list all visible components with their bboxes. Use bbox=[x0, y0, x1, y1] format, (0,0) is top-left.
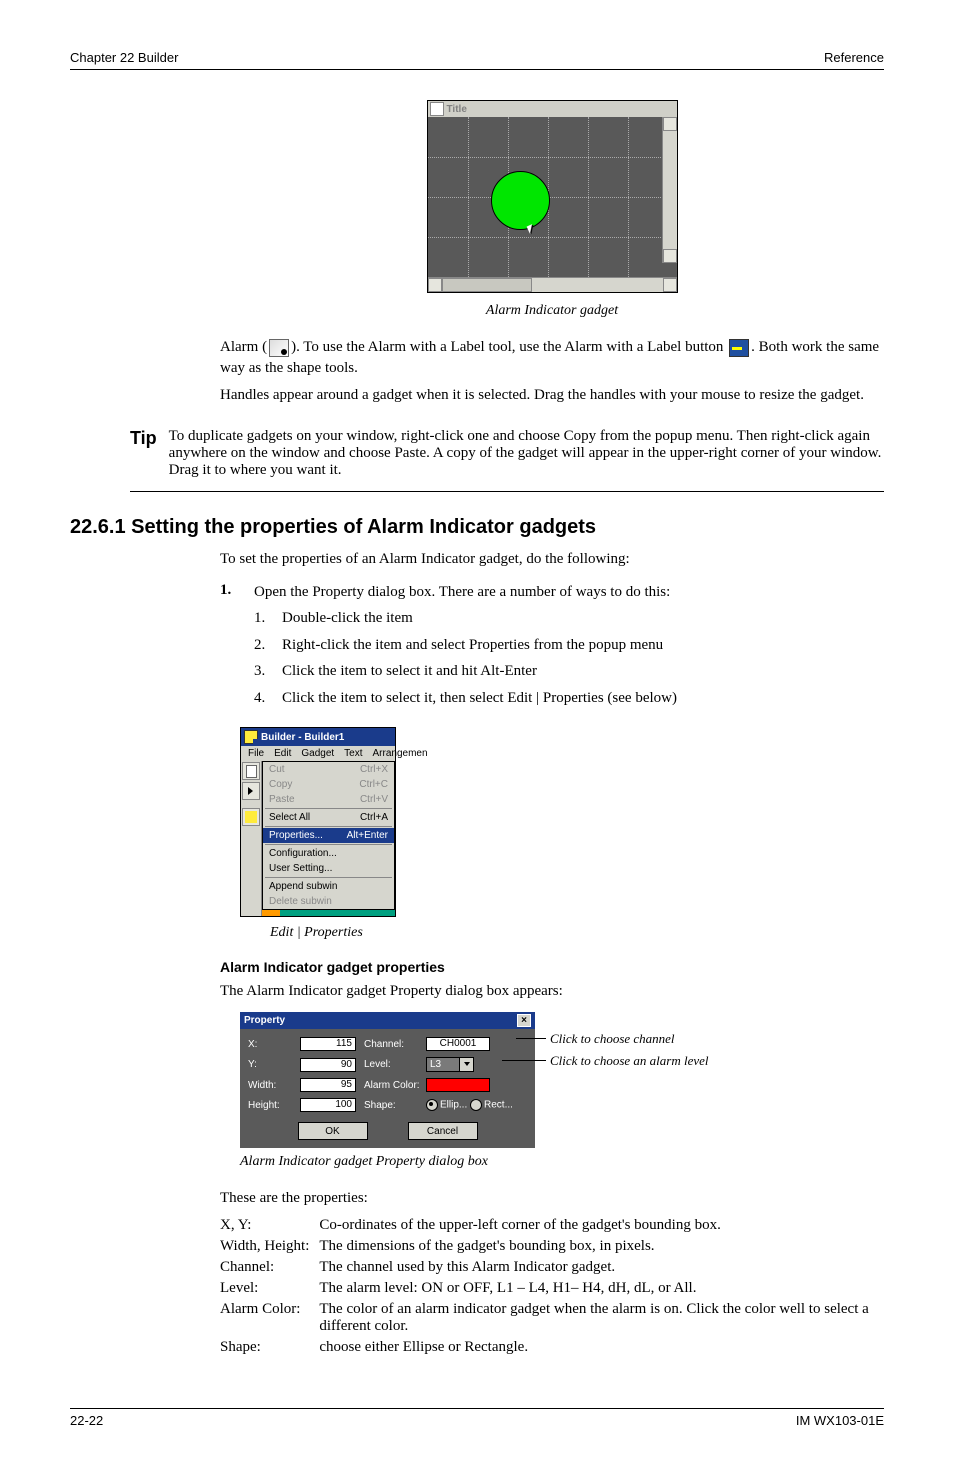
alarm-tool-icon bbox=[269, 339, 289, 357]
tip-text: To duplicate gadgets on your window, rig… bbox=[169, 428, 884, 479]
figure-property-dialog: Property × X: 115 Channel: CH0001 Y: 90 Lev… bbox=[240, 1012, 535, 1148]
label-alarmcolor: Alarm Color: bbox=[364, 1080, 422, 1091]
tip-label: Tip bbox=[130, 428, 157, 449]
toolbar-tool-icon[interactable] bbox=[242, 808, 260, 826]
input-x[interactable]: 115 bbox=[300, 1037, 356, 1051]
page-header: Chapter 22 Builder Reference bbox=[70, 50, 884, 70]
input-channel[interactable]: CH0001 bbox=[426, 1037, 490, 1051]
table-row: Width, Height:The dimensions of the gadg… bbox=[220, 1236, 884, 1257]
label-x: X: bbox=[248, 1039, 296, 1050]
figure-alarm-gadget: Title bbox=[220, 100, 884, 319]
alarm-label-tool-icon bbox=[729, 339, 749, 357]
builder-menubar[interactable]: File Edit Gadget Text Arrangemen bbox=[241, 746, 395, 761]
section-intro: To set the properties of an Alarm Indica… bbox=[220, 549, 884, 570]
table-row: X, Y:Co-ordinates of the upper-left corn… bbox=[220, 1215, 884, 1236]
radio-rect[interactable] bbox=[470, 1099, 482, 1111]
menuitem-selectall[interactable]: Select AllCtrl+A bbox=[263, 810, 394, 825]
toolbar-new-icon[interactable] bbox=[242, 762, 260, 780]
subheading-alarm: Alarm Indicator gadget properties bbox=[220, 959, 884, 975]
label-level: Level: bbox=[364, 1059, 422, 1070]
label-y: Y: bbox=[248, 1059, 296, 1070]
win1-titlebar: Title bbox=[428, 101, 677, 117]
menuitem-appendsubwin[interactable]: Append subwin bbox=[263, 879, 394, 894]
menuitem-configuration[interactable]: Configuration... bbox=[263, 846, 394, 861]
close-icon[interactable]: × bbox=[517, 1014, 531, 1027]
table-row: Shape:choose either Ellipse or Rectangle… bbox=[220, 1337, 884, 1358]
win1-icon bbox=[430, 102, 444, 116]
menu-edit[interactable]: Edit bbox=[269, 747, 296, 760]
color-well[interactable] bbox=[426, 1078, 490, 1092]
select-level[interactable]: L3 bbox=[426, 1057, 474, 1072]
cancel-button[interactable]: Cancel bbox=[408, 1122, 478, 1140]
table-row: Level:The alarm level: ON or OFF, L1 – L… bbox=[220, 1278, 884, 1299]
footer-page: 22-22 bbox=[70, 1413, 103, 1428]
table-row: Alarm Color:The color of an alarm indica… bbox=[220, 1299, 884, 1337]
alarm-indicator-gadget[interactable] bbox=[491, 171, 550, 230]
callout-level: Click to choose an alarm level bbox=[550, 1053, 709, 1069]
header-section: Reference bbox=[824, 50, 884, 65]
edit-dropdown: CutCtrl+X CopyCtrl+C PasteCtrl+V Select … bbox=[262, 761, 395, 910]
figure3-caption: Alarm Indicator gadget Property dialog b… bbox=[240, 1154, 884, 1170]
callout-channel: Click to choose channel bbox=[550, 1031, 675, 1047]
menu-text[interactable]: Text bbox=[339, 747, 367, 760]
builder-app-icon bbox=[244, 730, 258, 744]
props-intro: These are the properties: bbox=[220, 1188, 884, 1209]
ok-button[interactable]: OK bbox=[298, 1122, 368, 1140]
header-chapter: Chapter 22 Builder bbox=[70, 50, 178, 65]
label-height: Height: bbox=[248, 1100, 296, 1111]
scrollbar-horizontal[interactable] bbox=[428, 277, 677, 292]
menuitem-cut[interactable]: CutCtrl+X bbox=[263, 762, 394, 777]
footer-doc: IM WX103-01E bbox=[796, 1413, 884, 1428]
page-footer: 22-22 IM WX103-01E bbox=[70, 1408, 884, 1428]
menu-arrangement[interactable]: Arrangemen bbox=[368, 747, 433, 760]
radio-ellipse[interactable] bbox=[426, 1099, 438, 1111]
input-y[interactable]: 90 bbox=[300, 1058, 356, 1072]
toolbar-pointer-icon[interactable] bbox=[242, 782, 260, 800]
figure1-caption: Alarm Indicator gadget bbox=[220, 303, 884, 319]
menuitem-properties[interactable]: Properties...Alt+Enter bbox=[263, 828, 394, 843]
menu-gadget[interactable]: Gadget bbox=[296, 747, 339, 760]
win1-title: Title bbox=[447, 104, 467, 115]
figure2-caption: Edit | Properties bbox=[270, 925, 884, 941]
step-number: 1. bbox=[220, 582, 240, 599]
win1-canvas[interactable] bbox=[428, 117, 677, 277]
input-height[interactable]: 100 bbox=[300, 1098, 356, 1112]
builder-toolbar bbox=[241, 761, 262, 916]
menuitem-usersetting[interactable]: User Setting... bbox=[263, 861, 394, 876]
tip-box: Tip To duplicate gadgets on your window,… bbox=[130, 416, 884, 492]
para-alarm-tools: Alarm (). To use the Alarm with a Label … bbox=[220, 337, 884, 406]
scrollbar-vertical[interactable] bbox=[662, 117, 677, 263]
table-row: Channel:The channel used by this Alarm I… bbox=[220, 1257, 884, 1278]
input-width[interactable]: 95 bbox=[300, 1078, 356, 1092]
builder-titlebar: Builder - Builder1 bbox=[241, 728, 395, 746]
step-text: Open the Property dialog box. There are … bbox=[254, 582, 884, 603]
label-channel: Channel: bbox=[364, 1039, 422, 1050]
alarm-props-intro: The Alarm Indicator gadget Property dial… bbox=[220, 981, 884, 1002]
builder-canvas: CutCtrl+X CopyCtrl+C PasteCtrl+V Select … bbox=[262, 761, 395, 916]
section-heading: 22.6.1 Setting the properties of Alarm I… bbox=[70, 516, 884, 539]
menuitem-copy[interactable]: CopyCtrl+C bbox=[263, 777, 394, 792]
property-titlebar: Property × bbox=[240, 1012, 535, 1029]
figure-edit-menu: Builder - Builder1 File Edit Gadget Text… bbox=[240, 727, 884, 941]
label-width: Width: bbox=[248, 1080, 296, 1091]
menuitem-paste[interactable]: PasteCtrl+V bbox=[263, 792, 394, 807]
label-shape: Shape: bbox=[364, 1100, 422, 1111]
menuitem-deletesubwin[interactable]: Delete subwin bbox=[263, 894, 394, 909]
properties-table: X, Y:Co-ordinates of the upper-left corn… bbox=[220, 1215, 884, 1358]
menu-file[interactable]: File bbox=[243, 747, 269, 760]
